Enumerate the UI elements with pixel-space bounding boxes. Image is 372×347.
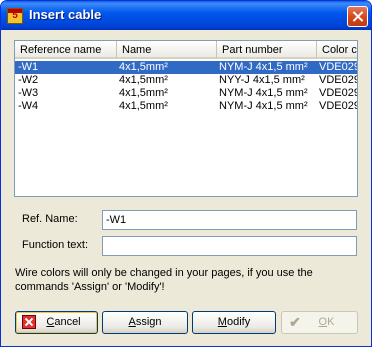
modify-button[interactable]: Modify (192, 311, 276, 334)
cell-part-number: NYM-J 4x1,5 mm² (219, 100, 308, 112)
cell-name: 4x1,5mm² (119, 87, 168, 99)
cell-reference-name: -W4 (18, 100, 39, 112)
cell-color-code: VDE029 (319, 87, 358, 99)
function-text-input[interactable] (102, 236, 357, 256)
modify-label: Modify (217, 316, 251, 328)
cell-color-code: VDE029 (319, 100, 358, 112)
app-icon: 5 (7, 8, 23, 24)
cell-part-number: NYM-J 4x1,5 mm² (219, 87, 308, 99)
cancel-icon (22, 315, 36, 329)
cable-list[interactable]: Reference name Name Part number Color c … (14, 40, 358, 197)
cell-name: 4x1,5mm² (119, 100, 168, 112)
list-header: Reference name Name Part number Color c (15, 41, 357, 60)
cell-reference-name: -W3 (18, 87, 39, 99)
table-row[interactable]: -W2 4x1,5mm² NYY-J 4x1,5 mm² VDE029 (15, 74, 358, 87)
cell-color-code: VDE029 (319, 61, 358, 73)
table-row[interactable]: -W4 4x1,5mm² NYM-J 4x1,5 mm² VDE029 (15, 100, 358, 113)
cell-part-number: NYM-J 4x1,5 mm² (219, 61, 308, 73)
assign-button[interactable]: Assign (102, 311, 188, 334)
cell-reference-name: -W1 (18, 61, 39, 73)
table-row[interactable]: -W3 4x1,5mm² NYM-J 4x1,5 mm² VDE029 (15, 87, 358, 100)
column-header-name[interactable]: Name (117, 41, 217, 59)
cancel-button[interactable]: Cancel (15, 311, 98, 334)
cancel-label: Cancel (46, 316, 81, 328)
assign-label: Assign (128, 316, 162, 328)
function-text-label: Function text: (22, 239, 89, 251)
ref-name-input[interactable] (102, 210, 357, 230)
checkmark-icon: ✔ (289, 314, 301, 330)
column-header-reference-name[interactable]: Reference name (15, 41, 117, 59)
close-icon[interactable] (347, 6, 368, 27)
table-row[interactable]: -W1 4x1,5mm² NYM-J 4x1,5 mm² VDE029 (15, 61, 358, 74)
cell-name: 4x1,5mm² (119, 61, 168, 73)
cell-color-code: VDE029 (319, 74, 358, 86)
title-bar[interactable]: 5 Insert cable (1, 1, 371, 30)
ok-label: OK (318, 316, 335, 328)
column-header-part-number[interactable]: Part number (217, 41, 317, 59)
cell-reference-name: -W2 (18, 74, 39, 86)
window-title: Insert cable (29, 7, 102, 22)
ok-button[interactable]: ✔ OK (281, 311, 358, 334)
ref-name-label: Ref. Name: (22, 213, 78, 225)
cell-name: 4x1,5mm² (119, 74, 168, 86)
cell-part-number: NYY-J 4x1,5 mm² (219, 74, 305, 86)
wire-colors-note: Wire colors will only be changed in your… (15, 267, 313, 293)
insert-cable-dialog: 5 Insert cable Reference name Name Part … (0, 0, 372, 347)
column-header-color-code[interactable]: Color c (317, 41, 357, 59)
